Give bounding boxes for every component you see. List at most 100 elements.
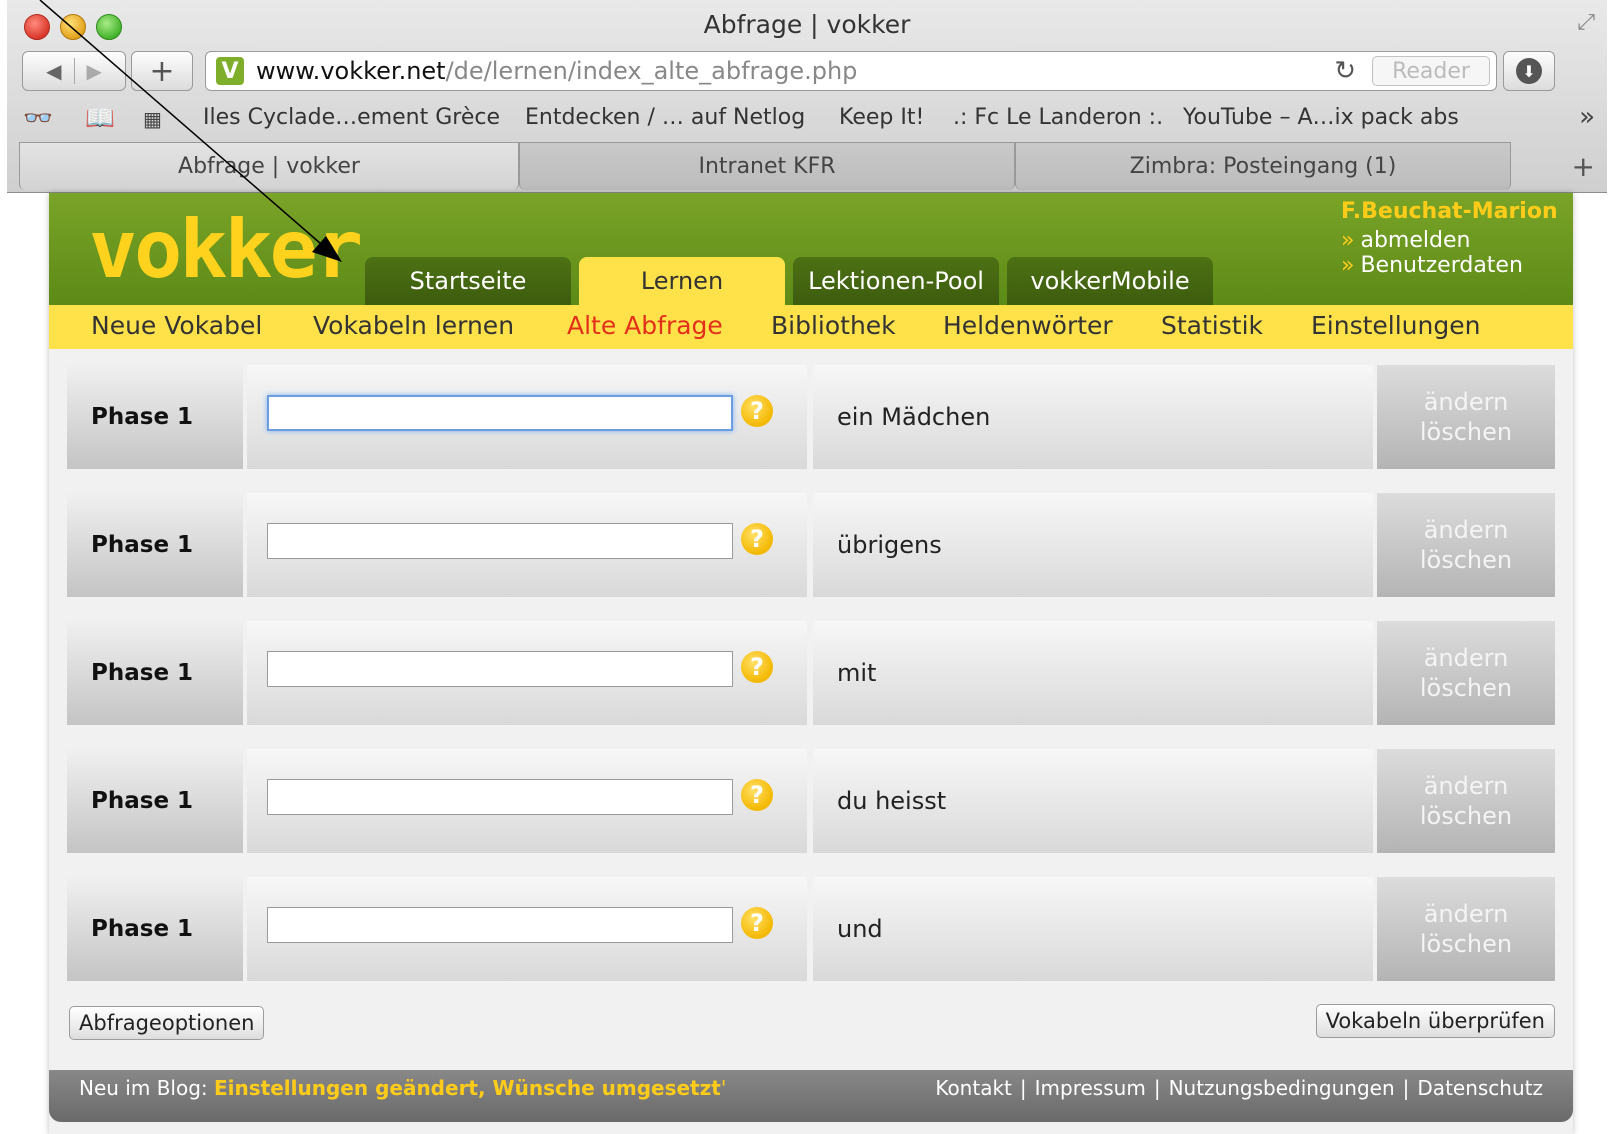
sub-navigation: Neue Vokabel Vokabeln lernen Alte Abfrag… [49,305,1573,349]
blog-link[interactable]: Einstellungen geändert, Wünsche umgesetz… [214,1076,721,1100]
query-options-button[interactable]: Abfrageoptionen [69,1006,265,1040]
tab-vokkermobile[interactable]: vokkerMobile [1007,257,1213,305]
browser-tab[interactable]: Abfrage | vokker [19,142,519,190]
vocab-word: übrigens [813,493,1373,597]
tab-lernen[interactable]: Lernen [579,257,785,305]
footer-link-nutzungsbedingungen[interactable]: Nutzungsbedingungen [1169,1076,1395,1100]
user-data-link[interactable]: Benutzerdaten [1360,253,1522,278]
blog-prefix: Neu im Blog: [79,1076,208,1100]
help-icon[interactable]: ? [741,651,773,683]
answer-input[interactable] [267,523,733,559]
phase-label: Phase 1 [67,749,243,853]
vokker-logo[interactable]: vokker [89,203,363,296]
footer-link-datenschutz[interactable]: Datenschutz [1417,1076,1543,1100]
edit-link[interactable]: ändern [1424,515,1509,545]
reload-icon[interactable]: ↻ [1334,56,1356,86]
row-actions: ändern löschen [1377,493,1555,597]
phase-label: Phase 1 [67,493,243,597]
delete-link[interactable]: löschen [1420,673,1512,703]
subnav-einstellungen[interactable]: Einstellungen [1311,311,1480,340]
reading-list-icon[interactable]: 👓 [23,104,53,132]
answer-cell: ? [247,877,807,981]
help-icon[interactable]: ? [741,523,773,555]
new-tab-icon[interactable]: + [1572,150,1595,183]
top-sites-grid-icon[interactable]: ▦ [143,107,162,131]
back-forward-buttons: ◀ ▶ [22,51,126,91]
vocab-word: ein Mädchen [813,365,1373,469]
url-host: www.vokker.net [256,57,446,85]
edit-link[interactable]: ändern [1424,899,1509,929]
reader-button[interactable]: Reader [1372,56,1490,86]
subnav-vokabeln-lernen[interactable]: Vokabeln lernen [313,311,514,340]
phase-label: Phase 1 [67,877,243,981]
subnav-bibliothek[interactable]: Bibliothek [771,311,896,340]
bookmark-item[interactable]: YouTube – A…ix pack abs [1183,105,1459,130]
downloads-button[interactable]: ⬇ [1503,51,1555,91]
check-vocab-button[interactable]: Vokabeln überprüfen [1315,1004,1555,1038]
address-bar[interactable]: V www.vokker.net/de/lernen/index_alte_ab… [205,51,1497,91]
edit-link[interactable]: ändern [1424,643,1509,673]
user-panel: F.Beuchat-Marion » abmelden » Benutzerdate… [1341,199,1565,278]
edit-link[interactable]: ändern [1424,771,1509,801]
back-icon[interactable]: ◀ [46,59,61,83]
subnav-neue-vokabel[interactable]: Neue Vokabel [91,311,262,340]
answer-cell: ? [247,493,807,597]
web-page: vokker Startseite Lernen Lektionen-Pool … [49,193,1573,1134]
answer-input[interactable] [267,395,733,431]
fullscreen-icon[interactable]: ⤢ [1577,10,1595,35]
answer-input[interactable] [267,907,733,943]
vocab-word: mit [813,621,1373,725]
help-icon[interactable]: ? [741,395,773,427]
help-icon[interactable]: ? [741,779,773,811]
vocab-word: und [813,877,1373,981]
vocab-row: Phase 1 ? ein Mädchen ändern löschen [67,365,1555,469]
answer-input[interactable] [267,779,733,815]
help-icon[interactable]: ? [741,907,773,939]
phase-label: Phase 1 [67,621,243,725]
row-actions: ändern löschen [1377,749,1555,853]
subnav-alte-abfrage[interactable]: Alte Abfrage [567,311,723,340]
vocab-row: Phase 1 ? und ändern löschen [67,877,1555,981]
vocab-row: Phase 1 ? du heisst ändern löschen [67,749,1555,853]
answer-cell: ? [247,749,807,853]
site-footer: Neu im Blog: Einstellungen geändert, Wün… [49,1070,1573,1122]
row-actions: ändern löschen [1377,365,1555,469]
bookmark-item[interactable]: Keep It! [839,105,924,130]
browser-tab-bar: Abfrage | vokker Intranet KFR Zimbra: Po… [7,142,1607,192]
window-title: Abfrage | vokker [703,10,911,39]
phase-label: Phase 1 [67,365,243,469]
footer-link-kontakt[interactable]: Kontakt [935,1076,1012,1100]
bookmarks-bar: 👓 📖 ▦ Iles Cyclade…ement Grèce Entdecken… [7,100,1607,138]
tab-lektionen-pool[interactable]: Lektionen-Pool [793,257,999,305]
answer-cell: ? [247,621,807,725]
bookmark-item[interactable]: Entdecken / … auf Netlog [525,105,805,130]
vocab-word: du heisst [813,749,1373,853]
delete-link[interactable]: löschen [1420,801,1512,831]
edit-link[interactable]: ändern [1424,387,1509,417]
footer-link-impressum[interactable]: Impressum [1035,1076,1146,1100]
logout-link[interactable]: abmelden [1360,228,1470,253]
delete-link[interactable]: löschen [1420,545,1512,575]
user-name: F.Beuchat-Marion [1341,199,1558,224]
forward-icon[interactable]: ▶ [87,59,102,83]
download-icon: ⬇ [1516,58,1542,84]
bookmark-item[interactable]: Iles Cyclade…ement Grèce [203,105,500,130]
bookmark-item[interactable]: .: Fc Le Landeron :. [953,105,1163,130]
browser-chrome: Abfrage | vokker ⤢ ◀ ▶ + V www.vokker.ne… [7,0,1607,193]
tab-startseite[interactable]: Startseite [365,257,571,305]
site-favicon-icon: V [216,57,244,85]
vocab-row: Phase 1 ? übrigens ändern löschen [67,493,1555,597]
add-bookmark-button[interactable]: + [131,51,193,91]
browser-tab[interactable]: Zimbra: Posteingang (1) [1015,142,1511,190]
answer-input[interactable] [267,651,733,687]
url-path: /de/lernen/index_alte_abfrage.php [445,57,858,85]
delete-link[interactable]: löschen [1420,929,1512,959]
site-header: vokker Startseite Lernen Lektionen-Pool … [49,193,1573,305]
subnav-heldenwoerter[interactable]: Heldenwörter [943,311,1113,340]
browser-tab[interactable]: Intranet KFR [519,142,1015,190]
bookmarks-more-icon[interactable]: » [1579,102,1595,132]
subnav-statistik[interactable]: Statistik [1161,311,1263,340]
bookmarks-book-icon[interactable]: 📖 [85,104,115,132]
delete-link[interactable]: löschen [1420,417,1512,447]
blog-suffix: ' [720,1076,727,1100]
